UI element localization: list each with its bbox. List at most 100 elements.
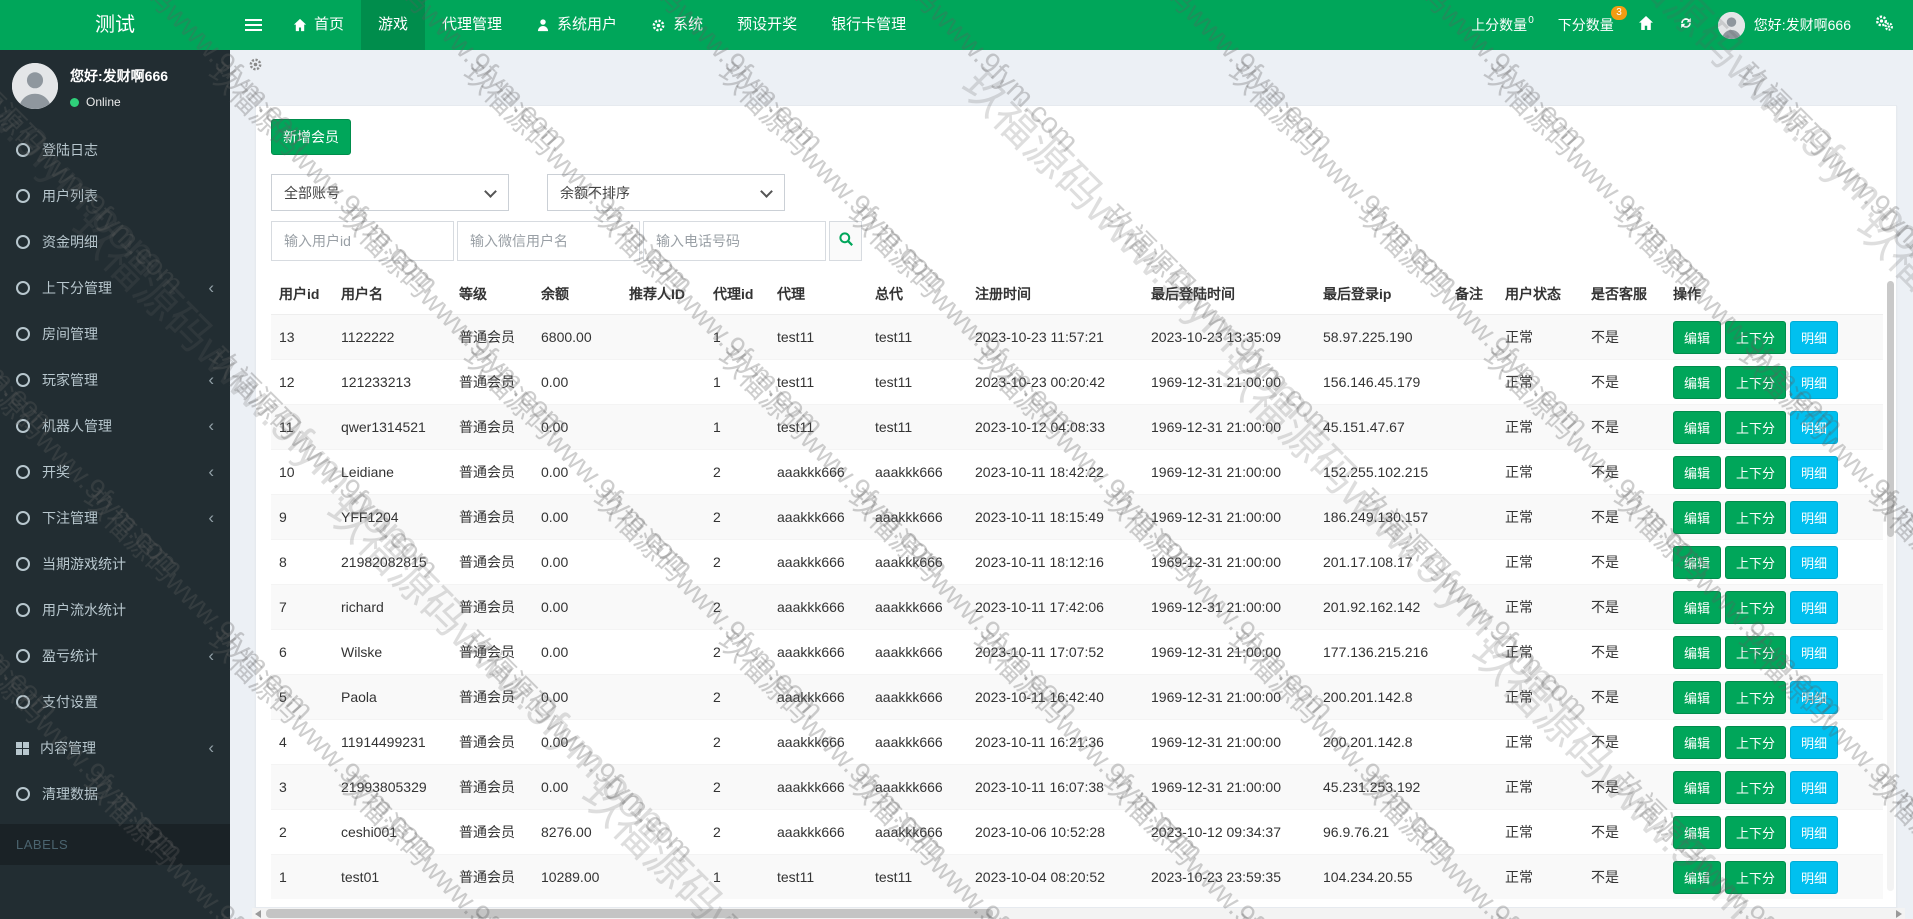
nav-item-home[interactable]: 首页 [276, 0, 361, 50]
nav-item-agent-management[interactable]: 代理管理 [425, 0, 519, 50]
detail-button[interactable]: 明细 [1790, 770, 1839, 804]
edit-button[interactable]: 编辑 [1673, 365, 1722, 399]
sidebar-item-robot-management[interactable]: 机器人管理 ‹ [0, 403, 230, 449]
nav-item-bank-card-management[interactable]: 银行卡管理 [814, 0, 923, 50]
sidebar-item-user-flow-stats[interactable]: 用户流水统计 [0, 587, 230, 633]
phone-input[interactable] [643, 221, 826, 261]
table-cell: 1969-12-31 21:00:00 [1143, 719, 1315, 765]
sidebar-item-user-list[interactable]: 用户列表 [0, 173, 230, 219]
search-button[interactable] [829, 221, 862, 261]
table-cell: 不是 [1583, 584, 1665, 630]
nav-item-system-users[interactable]: 系统用户 [519, 0, 634, 50]
content-box: 新增会员 全部账号 余额不排序 用户id用户名等级余额推荐人ID代理id代理总代… [255, 105, 1897, 908]
table-cell: 2023-10-23 00:20:42 [967, 359, 1143, 405]
brand[interactable]: 测试 [0, 0, 230, 50]
scrollbar-thumb[interactable] [1887, 281, 1894, 538]
home-button[interactable] [1638, 15, 1654, 36]
points-button[interactable]: 上下分 [1725, 365, 1787, 399]
table-cell: aaakkk666 [769, 584, 867, 630]
detail-button[interactable]: 明细 [1790, 680, 1839, 714]
edit-button[interactable]: 编辑 [1673, 725, 1722, 759]
points-button[interactable]: 上下分 [1725, 455, 1787, 489]
up-points-link[interactable]: 上分数量0 [1471, 15, 1534, 35]
points-button[interactable]: 上下分 [1725, 545, 1787, 579]
balance-sort-select[interactable]: 余额不排序 [547, 174, 785, 211]
scroll-left-arrow-icon[interactable] [255, 910, 261, 918]
sidebar-item-funds-detail[interactable]: 资金明细 [0, 219, 230, 265]
horizontal-scrollbar[interactable] [252, 908, 1905, 919]
detail-button[interactable]: 明细 [1790, 590, 1839, 624]
sidebar-item-room-management[interactable]: 房间管理 [0, 311, 230, 357]
points-button[interactable]: 上下分 [1725, 770, 1787, 804]
table-cell: 2 [705, 449, 769, 495]
detail-button[interactable]: 明细 [1790, 815, 1839, 849]
table-cell: 2 [705, 539, 769, 585]
gear-icon[interactable] [248, 57, 263, 77]
edit-button[interactable]: 编辑 [1673, 500, 1722, 534]
edit-button[interactable]: 编辑 [1673, 410, 1722, 444]
sidebar-item-clear-data[interactable]: 清理数据 [0, 771, 230, 817]
points-button[interactable]: 上下分 [1725, 590, 1787, 624]
edit-button[interactable]: 编辑 [1673, 455, 1722, 489]
user-menu[interactable]: 您好:发财啊666 [1717, 11, 1851, 39]
down-points-link[interactable]: 下分数量 3 [1558, 6, 1627, 35]
edit-button[interactable]: 编辑 [1673, 860, 1722, 894]
scroll-right-arrow-icon[interactable] [1896, 910, 1902, 918]
table-cell: 1 [705, 359, 769, 405]
vertical-scrollbar[interactable] [1887, 281, 1894, 891]
detail-button[interactable]: 明细 [1790, 635, 1839, 669]
detail-button[interactable]: 明细 [1790, 500, 1839, 534]
detail-button[interactable]: 明细 [1790, 410, 1839, 444]
edit-button[interactable]: 编辑 [1673, 680, 1722, 714]
points-button[interactable]: 上下分 [1725, 860, 1787, 894]
table-cell: 不是 [1583, 809, 1665, 855]
sidebar-item-player-management[interactable]: 玩家管理 ‹ [0, 357, 230, 403]
sidebar-item-label: 用户流水统计 [42, 602, 126, 618]
edit-button[interactable]: 编辑 [1673, 815, 1722, 849]
sidebar-item-login-logs[interactable]: 登陆日志 [0, 127, 230, 173]
table-cell: 0.00 [533, 719, 621, 765]
scrollbar-thumb[interactable] [266, 909, 994, 918]
points-button[interactable]: 上下分 [1725, 500, 1787, 534]
sidebar-item-content-management[interactable]: 内容管理 ‹ [0, 725, 230, 771]
account-filter-select[interactable]: 全部账号 [271, 174, 509, 211]
sidebar-toggle-button[interactable] [230, 0, 276, 50]
nav-item-system[interactable]: 系统 [634, 0, 720, 50]
points-button[interactable]: 上下分 [1725, 410, 1787, 444]
detail-button[interactable]: 明细 [1790, 365, 1839, 399]
sidebar-item-profit-stats[interactable]: 盈亏统计 ‹ [0, 633, 230, 679]
points-button[interactable]: 上下分 [1725, 320, 1787, 354]
edit-button[interactable]: 编辑 [1673, 320, 1722, 354]
settings-button[interactable] [1875, 14, 1894, 36]
table-cell: 2 [705, 809, 769, 855]
detail-button[interactable]: 明细 [1790, 320, 1839, 354]
sidebar-item-lottery[interactable]: 开奖 ‹ [0, 449, 230, 495]
points-button[interactable]: 上下分 [1725, 635, 1787, 669]
points-button[interactable]: 上下分 [1725, 725, 1787, 759]
edit-button[interactable]: 编辑 [1673, 590, 1722, 624]
sidebar-item-label: 房间管理 [42, 326, 98, 342]
detail-button[interactable]: 明细 [1790, 545, 1839, 579]
points-button[interactable]: 上下分 [1725, 815, 1787, 849]
sidebar-item-current-game-stats[interactable]: 当期游戏统计 [0, 541, 230, 587]
detail-button[interactable]: 明细 [1790, 860, 1839, 894]
table-cell [621, 404, 705, 450]
points-button[interactable]: 上下分 [1725, 680, 1787, 714]
up-points-label: 上分数量 [1471, 17, 1528, 33]
table-cell: richard [333, 584, 451, 630]
edit-button[interactable]: 编辑 [1673, 635, 1722, 669]
table-cell: aaakkk666 [769, 674, 867, 720]
detail-button[interactable]: 明细 [1790, 455, 1839, 489]
edit-button[interactable]: 编辑 [1673, 545, 1722, 579]
sidebar-item-points-management[interactable]: 上下分管理 ‹ [0, 265, 230, 311]
wechat-name-input[interactable] [457, 221, 640, 261]
add-member-button[interactable]: 新增会员 [271, 119, 351, 155]
detail-button[interactable]: 明细 [1790, 725, 1839, 759]
edit-button[interactable]: 编辑 [1673, 770, 1722, 804]
sidebar-item-payment-settings[interactable]: 支付设置 [0, 679, 230, 725]
nav-item-preset-lottery[interactable]: 预设开奖 [720, 0, 814, 50]
refresh-button[interactable] [1678, 15, 1694, 36]
sidebar-item-bet-management[interactable]: 下注管理 ‹ [0, 495, 230, 541]
nav-item-games[interactable]: 游戏 [361, 0, 426, 50]
user-id-input[interactable] [271, 221, 454, 261]
